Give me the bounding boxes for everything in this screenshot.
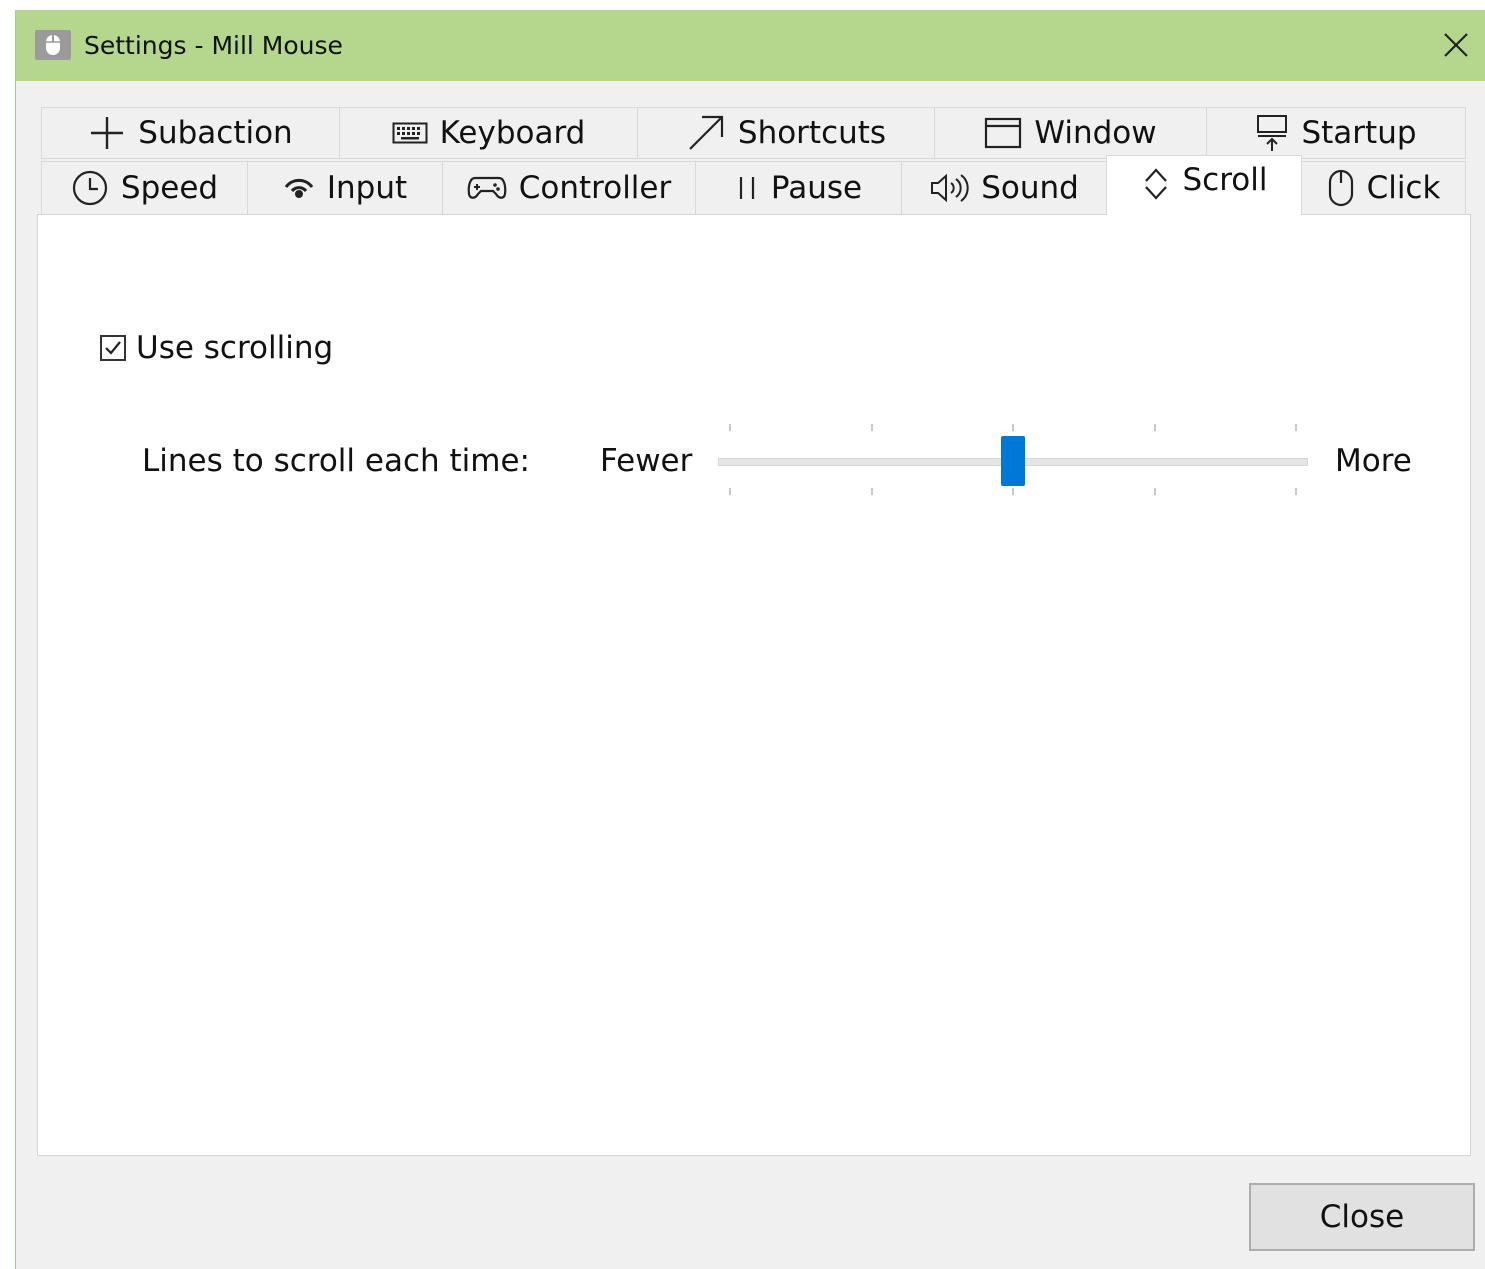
tab-label: Startup	[1301, 115, 1417, 151]
slider-tick	[870, 488, 873, 495]
tab-label: Click	[1366, 170, 1441, 206]
slider-tick	[1295, 424, 1297, 431]
tab-label: Input	[326, 170, 408, 206]
more-label: More	[1335, 443, 1412, 479]
tab-sound[interactable]: Sound	[901, 161, 1107, 215]
tab-label: Pause	[770, 170, 863, 206]
tab-window[interactable]: Window	[934, 107, 1207, 159]
mouse-outline-icon	[1327, 169, 1355, 207]
pause-icon	[735, 173, 759, 203]
tab-click[interactable]: Click	[1301, 161, 1466, 215]
up-down-icon	[1141, 166, 1171, 202]
slider-tick	[729, 424, 731, 431]
signal-icon	[283, 175, 315, 201]
scroll-tab-panel: Use scrolling Lines to scroll each time:…	[37, 214, 1471, 1156]
tab-label: Sound	[981, 170, 1079, 206]
lines-to-scroll-label: Lines to scroll each time:	[142, 443, 530, 479]
slider-tick	[1295, 488, 1297, 495]
window-title: Settings - Mill Mouse	[84, 31, 343, 60]
close-button[interactable]: Close	[1249, 1183, 1475, 1251]
gamepad-icon	[467, 174, 507, 202]
startup-icon	[1255, 114, 1289, 152]
slider-tick	[1153, 424, 1156, 431]
tab-scroll[interactable]: Scroll	[1106, 155, 1302, 215]
tab-input[interactable]: Input	[247, 161, 443, 215]
tab-label: Subaction	[138, 115, 293, 151]
tab-label: Shortcuts	[737, 115, 887, 151]
fewer-label: Fewer	[600, 443, 693, 479]
slider-tick	[1012, 488, 1014, 495]
keyboard-icon	[392, 122, 428, 144]
title-bar: Settings - Mill Mouse	[16, 10, 1485, 81]
tab-speed[interactable]: Speed	[41, 161, 248, 215]
tab-label: Window	[1034, 115, 1157, 151]
tab-label: Speed	[120, 170, 219, 206]
arrow-up-right-icon	[686, 113, 726, 153]
tab-startup[interactable]: Startup	[1206, 107, 1466, 159]
clock-icon	[71, 169, 109, 207]
slider-tick	[1012, 424, 1014, 431]
use-scrolling-checkbox[interactable]	[100, 335, 126, 361]
tab-label: Scroll	[1182, 162, 1268, 198]
slider-tick	[1153, 488, 1156, 495]
tab-keyboard[interactable]: Keyboard	[339, 107, 638, 159]
lines-to-scroll-slider[interactable]	[718, 420, 1308, 500]
slider-tick	[729, 488, 731, 495]
mouse-icon	[35, 30, 71, 60]
tab-pause[interactable]: Pause	[695, 161, 902, 215]
speaker-icon	[929, 172, 969, 204]
tab-controller[interactable]: Controller	[442, 161, 696, 215]
use-scrolling-checkbox-row[interactable]: Use scrolling	[100, 330, 333, 366]
window-icon	[984, 117, 1022, 149]
tab-label: Keyboard	[439, 115, 586, 151]
slider-tick	[870, 424, 873, 431]
tab-shortcuts[interactable]: Shortcuts	[637, 107, 935, 159]
plus-icon	[88, 114, 126, 152]
tab-subaction[interactable]: Subaction	[41, 107, 340, 159]
use-scrolling-label: Use scrolling	[136, 330, 334, 366]
slider-thumb[interactable]	[1001, 436, 1025, 486]
tab-label: Controller	[518, 170, 672, 206]
settings-window: Settings - Mill Mouse Subaction Keyboard…	[15, 10, 1485, 1269]
close-icon[interactable]	[1439, 28, 1473, 62]
